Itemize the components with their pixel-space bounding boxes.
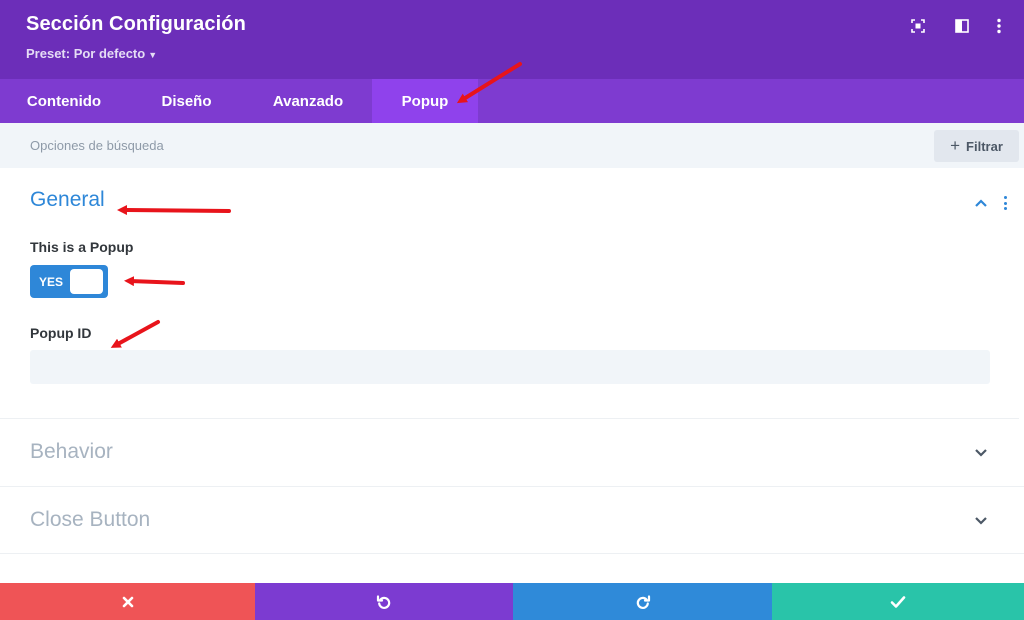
split-view-icon[interactable] (953, 17, 971, 35)
chevron-down-icon[interactable] (973, 445, 989, 461)
search-placeholder: Opciones de búsqueda (30, 138, 164, 153)
tab-diseno[interactable]: Diseño (128, 79, 245, 123)
modal-header: Sección Configuración Preset: Por defect… (0, 0, 1024, 79)
scroll-edge (1019, 168, 1024, 440)
toggle-knob (70, 269, 103, 294)
section-divider (0, 553, 1024, 554)
caret-down-icon: ▼ (148, 50, 158, 60)
check-icon (890, 595, 906, 608)
toggle-state-text: YES (39, 275, 64, 289)
more-options-icon[interactable] (990, 17, 1008, 35)
discard-button[interactable] (0, 583, 255, 620)
annotation-arrow-toggle (124, 276, 185, 287)
section-close-button-title[interactable]: Close Button (30, 508, 150, 532)
popup-id-input[interactable] (30, 350, 990, 384)
annotation-arrow-general (117, 205, 231, 216)
annotation-arrow-popup-id (110, 320, 160, 348)
section-options-icon[interactable] (1002, 196, 1008, 210)
popup-toggle-label: This is a Popup (30, 239, 134, 255)
popup-toggle[interactable]: YES (30, 265, 108, 298)
save-button[interactable] (772, 583, 1024, 620)
filter-button[interactable]: + Filtrar (934, 130, 1019, 162)
tab-bar: Contenido Diseño Avanzado Popup (0, 79, 1024, 123)
modal-title: Sección Configuración (26, 13, 246, 35)
filter-label: Filtrar (966, 138, 1003, 154)
section-behavior-title[interactable]: Behavior (30, 440, 113, 464)
preset-selector[interactable]: Preset: Por defecto ▼ (26, 46, 157, 61)
tab-avanzado[interactable]: Avanzado (245, 79, 371, 123)
chevron-up-icon[interactable] (973, 195, 989, 211)
plus-icon: + (950, 136, 961, 155)
preset-label: Preset: Por defecto (26, 46, 146, 61)
redo-icon (636, 594, 650, 609)
fullscreen-icon[interactable] (909, 17, 927, 35)
tab-popup[interactable]: Popup (372, 79, 478, 123)
undo-button[interactable] (255, 583, 513, 620)
section-divider (0, 486, 1024, 487)
chevron-down-icon[interactable] (973, 513, 989, 529)
tab-contenido[interactable]: Contenido (0, 79, 128, 123)
section-general-title[interactable]: General (30, 188, 105, 212)
redo-button[interactable] (513, 583, 772, 620)
undo-icon (376, 594, 391, 609)
section-divider (0, 418, 1024, 419)
close-icon (122, 596, 133, 607)
search-bar[interactable]: Opciones de búsqueda (0, 123, 1024, 168)
popup-id-label: Popup ID (30, 325, 92, 341)
